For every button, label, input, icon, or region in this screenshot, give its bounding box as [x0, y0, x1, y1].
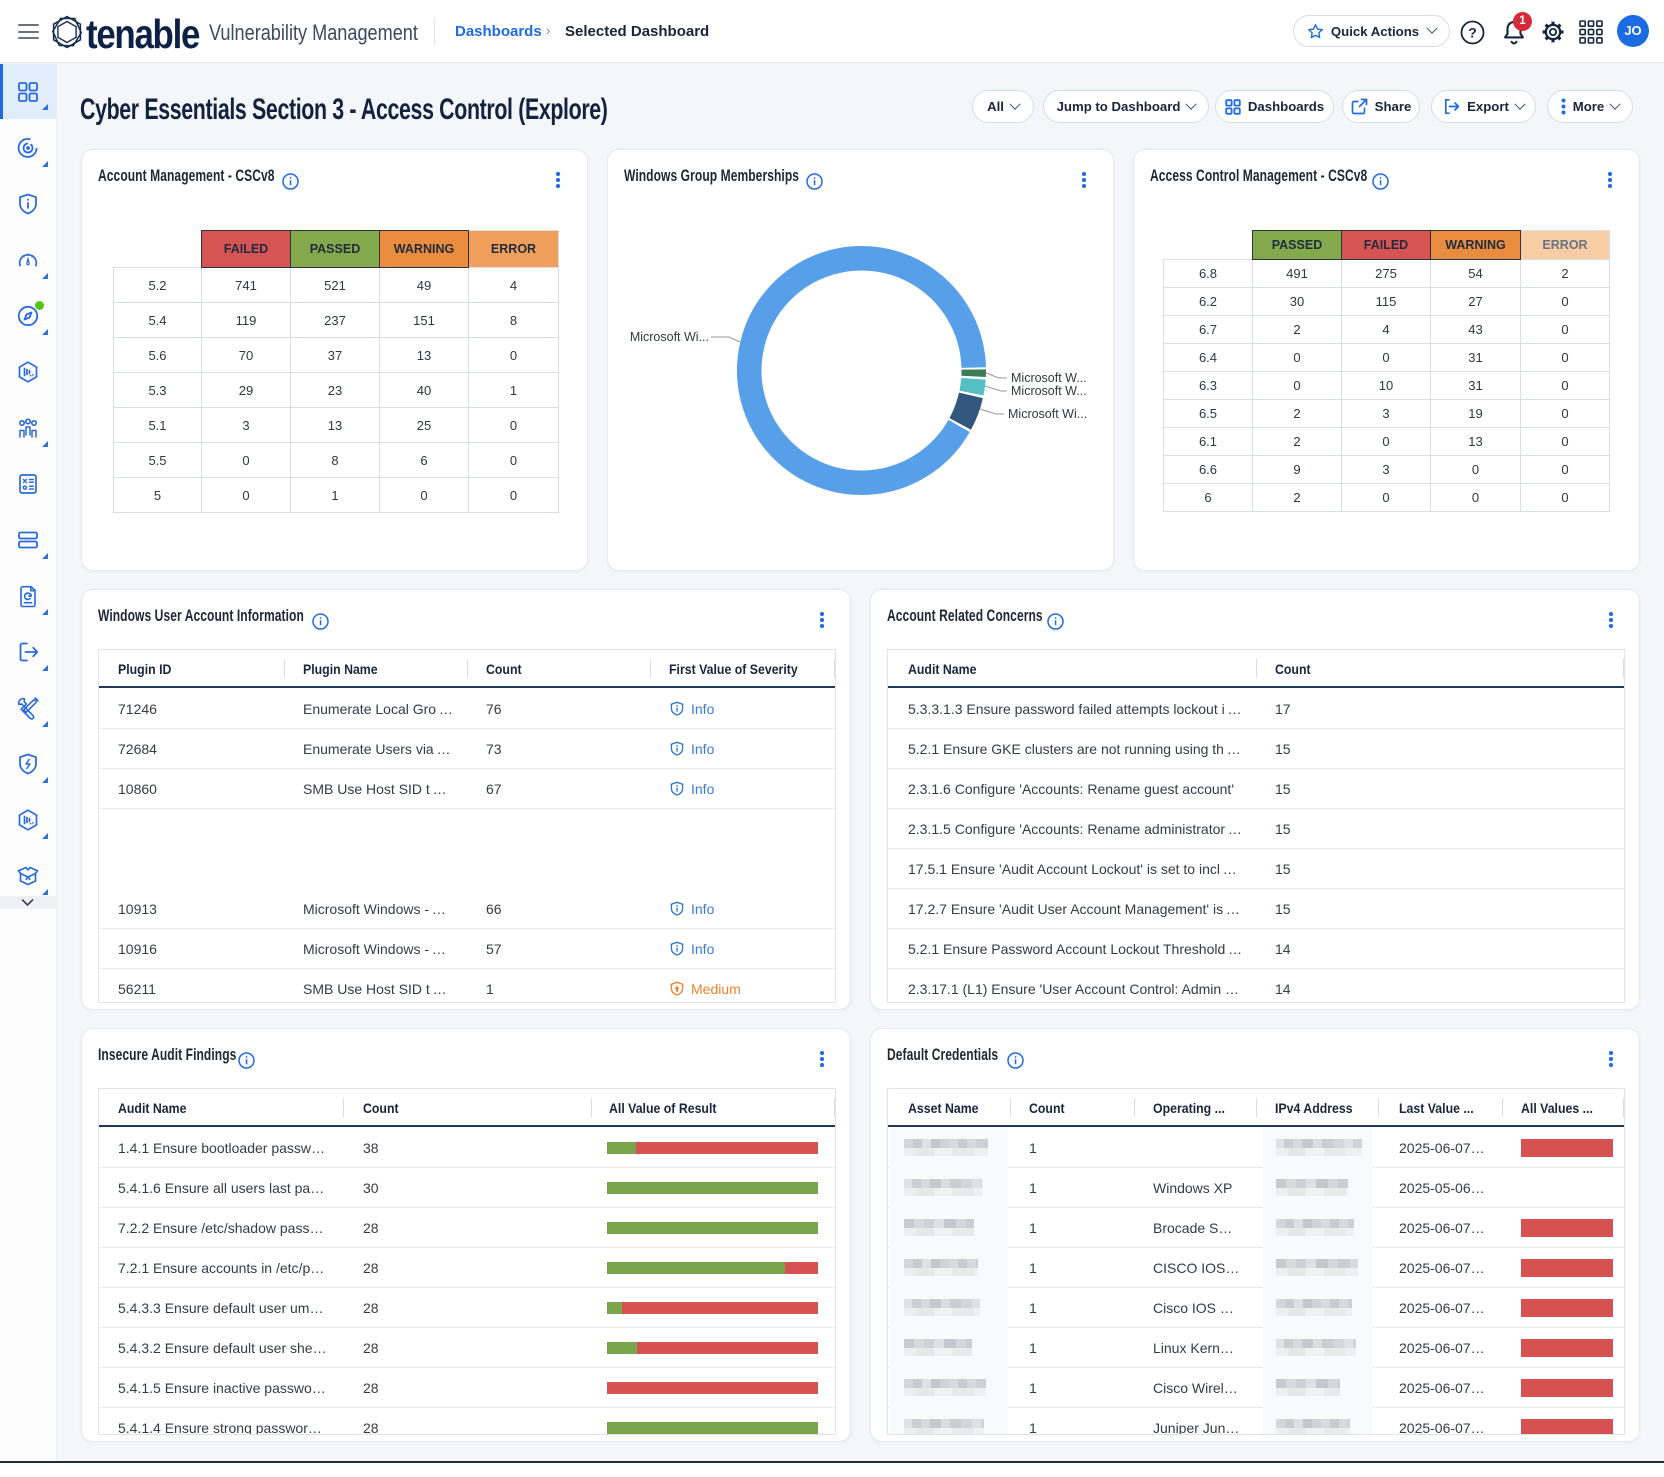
svg-text:Microsoft W...: Microsoft W...: [1011, 371, 1087, 385]
svg-text:Microsoft Wi...: Microsoft Wi...: [1008, 407, 1087, 421]
svg-text:Microsoft W...: Microsoft W...: [1011, 384, 1087, 398]
svg-text:?: ?: [1468, 25, 1477, 41]
svg-text:Microsoft Wi...: Microsoft Wi...: [630, 330, 709, 344]
